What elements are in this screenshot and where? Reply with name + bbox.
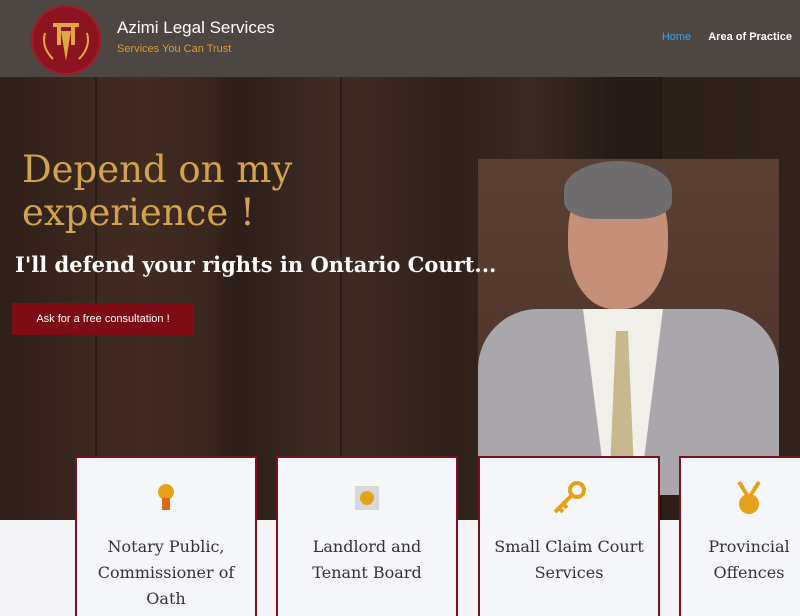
badge-icon — [355, 486, 379, 510]
service-card-provincial[interactable]: Provincial Offences — [679, 456, 800, 616]
nav-home[interactable]: Home — [662, 31, 691, 43]
nav-area-of-practice[interactable]: Area of Practice — [708, 31, 792, 43]
service-card-title: Notary Public, Commissioner of Oath — [97, 537, 235, 608]
key-icon — [553, 481, 586, 514]
site-header: Azimi Legal Services Services You Can Tr… — [0, 0, 800, 77]
service-card-notary[interactable]: Notary Public, Commissioner of Oath — [75, 456, 257, 616]
attorney-portrait — [478, 159, 779, 495]
hero-subheadline: I'll defend your rights in Ontario Court… — [15, 252, 497, 277]
main-nav: Home Area of Practice — [648, 31, 792, 43]
service-card-title: Provincial Offences — [708, 537, 790, 582]
hero-headline: Depend on my experience ! — [22, 148, 293, 234]
service-card-title: Small Claim Court Services — [494, 537, 644, 582]
service-card-title: Landlord and Tenant Board — [312, 537, 422, 582]
logo[interactable] — [31, 5, 101, 75]
free-consultation-button[interactable]: Ask for a free consultation ! — [12, 303, 194, 335]
portrait-hair — [564, 161, 672, 219]
brand-name[interactable]: Azimi Legal Services — [117, 18, 275, 38]
brand-tagline: Services You Can Trust — [117, 43, 232, 55]
service-card-landlord[interactable]: Landlord and Tenant Board — [276, 456, 458, 616]
hero-banner — [0, 77, 800, 520]
pen-nib-logo-icon — [43, 23, 89, 61]
service-card-small-claim[interactable]: Small Claim Court Services — [478, 456, 660, 616]
medal-icon — [737, 480, 761, 514]
award-icon — [158, 484, 174, 510]
